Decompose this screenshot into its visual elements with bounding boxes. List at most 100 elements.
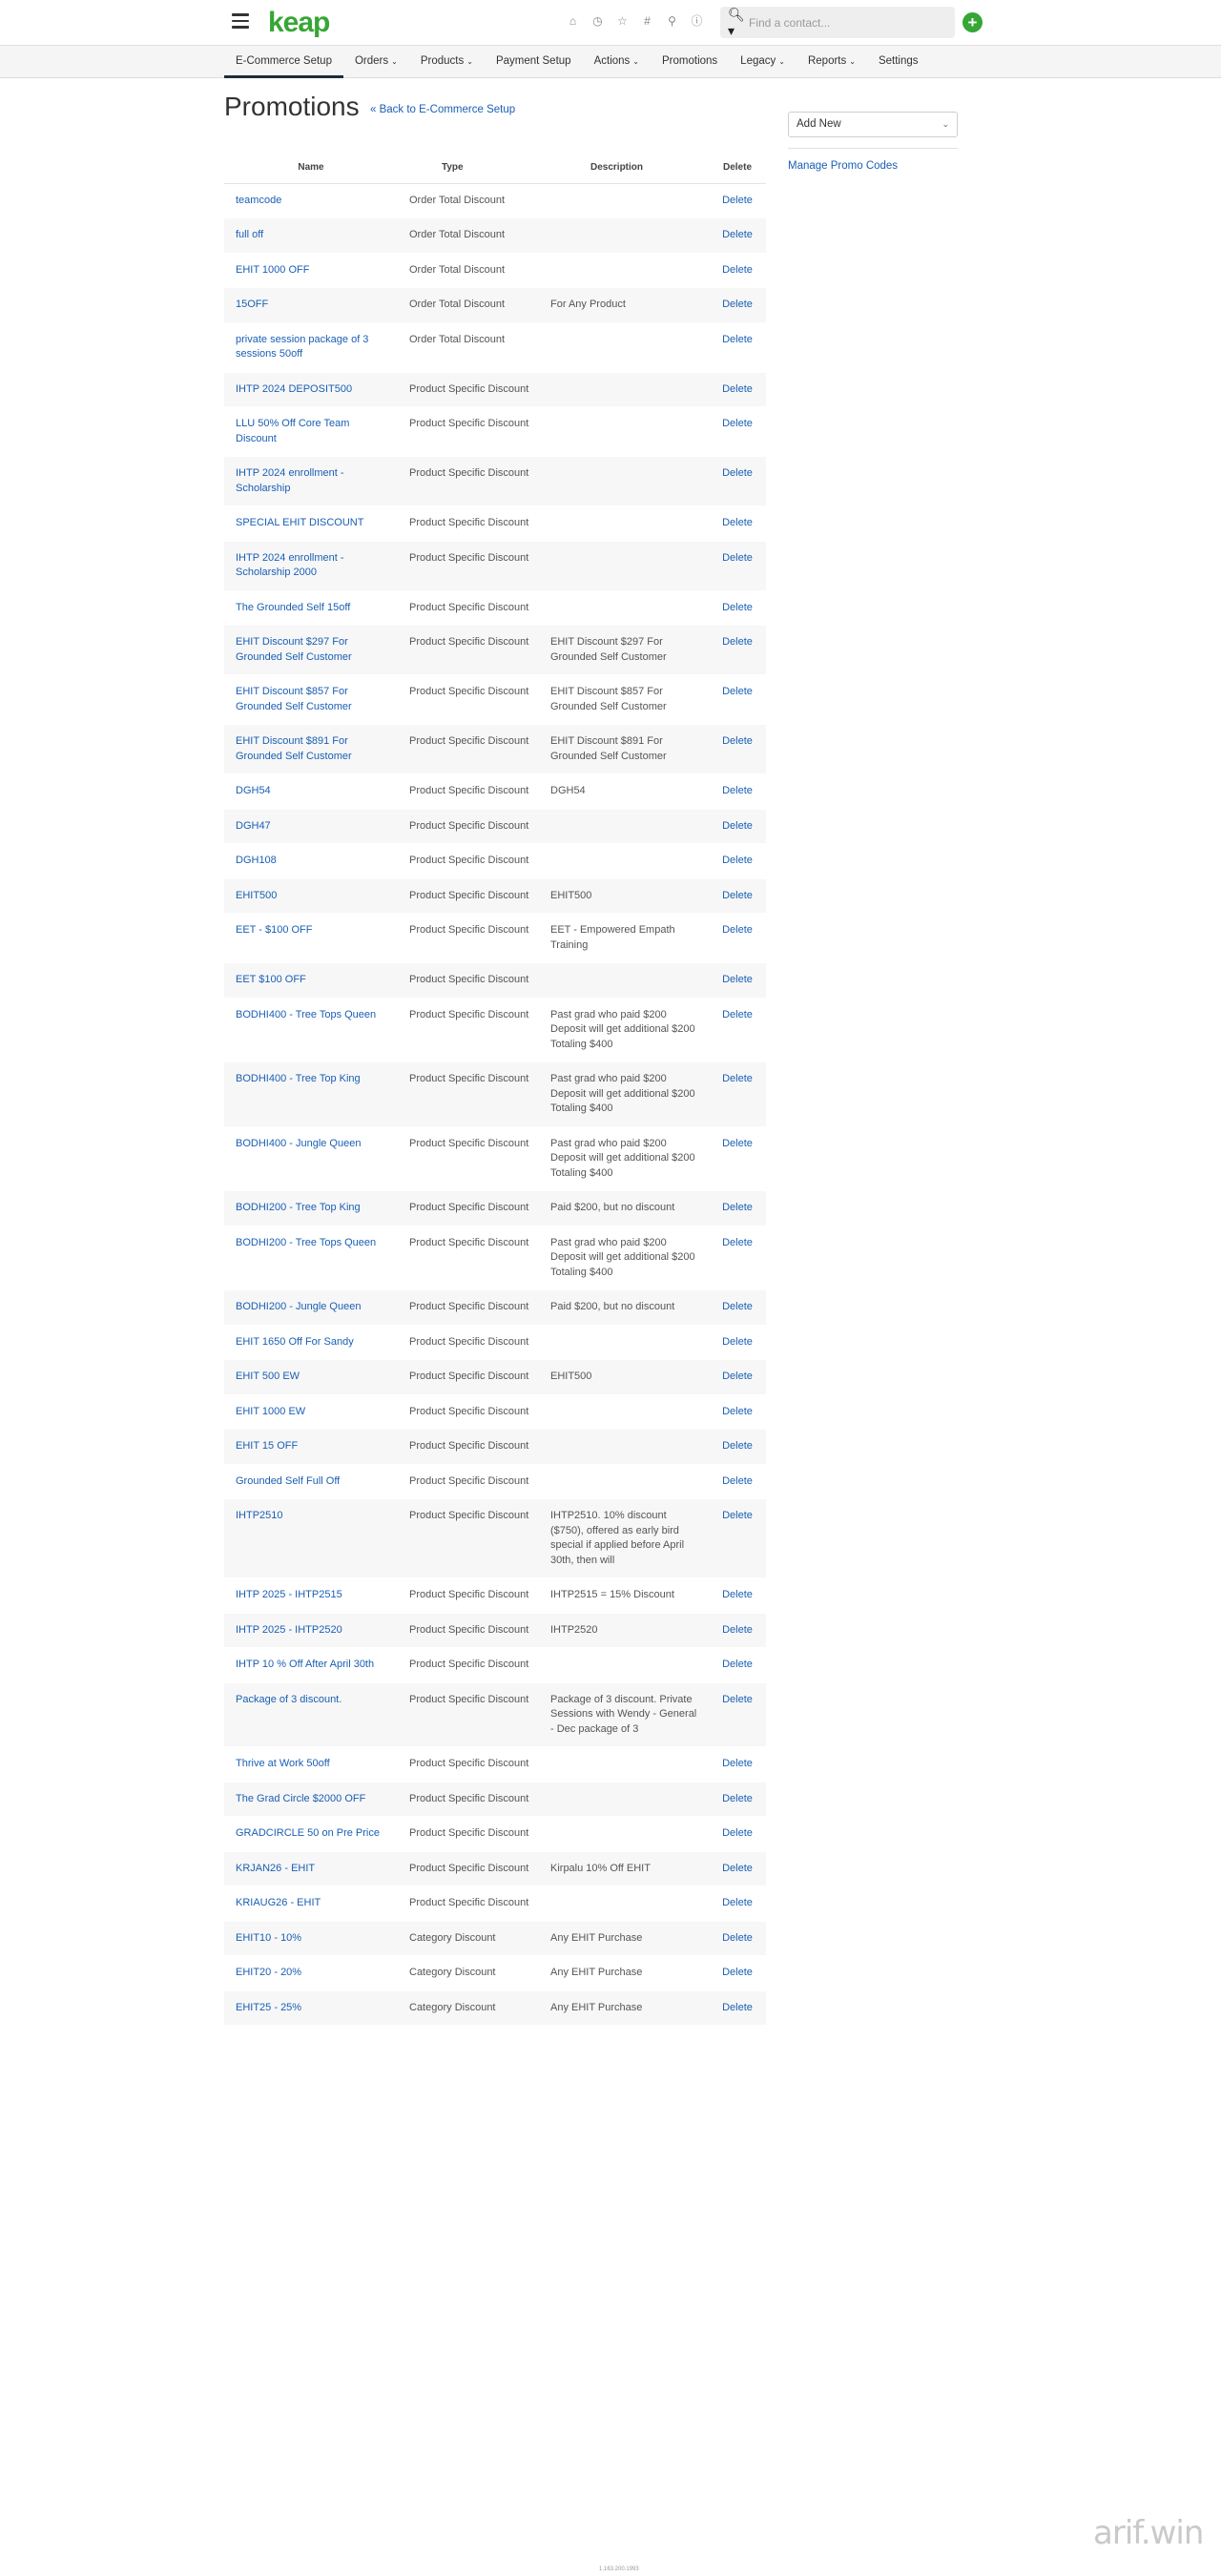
promo-name-link[interactable]: KRJAN26 - EHIT xyxy=(236,1863,315,1874)
menu-icon[interactable] xyxy=(232,13,249,32)
delete-link[interactable]: Delete xyxy=(722,735,753,747)
promo-name-link[interactable]: EHIT20 - 20% xyxy=(236,1967,301,1978)
promo-name-link[interactable]: BODHI400 - Tree Tops Queen xyxy=(236,1009,376,1020)
promo-name-link[interactable]: The Grad Circle $2000 OFF xyxy=(236,1793,365,1804)
promo-name-link[interactable]: The Grounded Self 15off xyxy=(236,602,350,613)
promo-name-link[interactable]: full off xyxy=(236,229,263,240)
quick-add-button[interactable]: + xyxy=(962,12,983,32)
delete-link[interactable]: Delete xyxy=(722,636,753,648)
promo-name-link[interactable]: BODHI200 - Jungle Queen xyxy=(236,1301,361,1312)
promo-name-link[interactable]: 15OFF xyxy=(236,299,268,310)
promo-name-link[interactable]: EHIT10 - 10% xyxy=(236,1932,301,1944)
promo-name-link[interactable]: EHIT 1000 OFF xyxy=(236,264,309,276)
nav-item-reports[interactable]: Reports ⌄ xyxy=(797,46,867,78)
promo-name-link[interactable]: BODHI200 - Tree Top King xyxy=(236,1202,361,1213)
promo-name-link[interactable]: BODHI200 - Tree Tops Queen xyxy=(236,1237,376,1248)
delete-link[interactable]: Delete xyxy=(722,1624,753,1636)
promo-name-link[interactable]: Thrive at Work 50off xyxy=(236,1758,330,1769)
delete-link[interactable]: Delete xyxy=(722,229,753,240)
user-icon[interactable]: ⚲ xyxy=(664,12,680,29)
promo-name-link[interactable]: EHIT 1000 EW xyxy=(236,1406,305,1417)
promo-name-link[interactable]: EHIT500 xyxy=(236,890,277,901)
delete-link[interactable]: Delete xyxy=(722,1073,753,1084)
delete-link[interactable]: Delete xyxy=(722,1694,753,1705)
promo-name-link[interactable]: LLU 50% Off Core Team Discount xyxy=(236,418,349,444)
promo-name-link[interactable]: EHIT25 - 25% xyxy=(236,2002,301,2013)
history-icon[interactable]: ◷ xyxy=(590,12,606,29)
delete-link[interactable]: Delete xyxy=(722,334,753,345)
delete-link[interactable]: Delete xyxy=(722,467,753,479)
promo-name-link[interactable]: DGH108 xyxy=(236,855,277,866)
promo-name-link[interactable]: IHTP 2024 enrollment - Scholarship xyxy=(236,467,344,494)
delete-link[interactable]: Delete xyxy=(722,1659,753,1670)
delete-link[interactable]: Delete xyxy=(722,1827,753,1839)
contact-search[interactable]: 🔍︎▾ xyxy=(720,7,955,38)
delete-link[interactable]: Delete xyxy=(722,686,753,697)
delete-link[interactable]: Delete xyxy=(722,1440,753,1452)
delete-link[interactable]: Delete xyxy=(722,890,753,901)
delete-link[interactable]: Delete xyxy=(722,1897,753,1908)
back-to-ecommerce-link[interactable]: « Back to E-Commerce Setup xyxy=(370,104,515,115)
delete-link[interactable]: Delete xyxy=(722,1932,753,1944)
delete-link[interactable]: Delete xyxy=(722,1589,753,1600)
nav-item-payment-setup[interactable]: Payment Setup xyxy=(485,46,583,78)
delete-link[interactable]: Delete xyxy=(722,299,753,310)
nav-item-promotions[interactable]: Promotions xyxy=(651,46,729,78)
delete-link[interactable]: Delete xyxy=(722,1336,753,1348)
promo-name-link[interactable]: EHIT Discount $297 For Grounded Self Cus… xyxy=(236,636,352,663)
promo-name-link[interactable]: SPECIAL EHIT DISCOUNT xyxy=(236,517,363,528)
home-icon[interactable]: ⌂ xyxy=(565,12,581,29)
promo-name-link[interactable]: BODHI400 - Tree Top King xyxy=(236,1073,361,1084)
delete-link[interactable]: Delete xyxy=(722,1406,753,1417)
delete-link[interactable]: Delete xyxy=(722,1237,753,1248)
delete-link[interactable]: Delete xyxy=(722,1009,753,1020)
nav-item-actions[interactable]: Actions ⌄ xyxy=(583,46,651,78)
promo-name-link[interactable]: Package of 3 discount. xyxy=(236,1694,341,1705)
delete-link[interactable]: Delete xyxy=(722,1758,753,1769)
promo-name-link[interactable]: IHTP 2024 enrollment - Scholarship 2000 xyxy=(236,552,344,579)
promo-name-link[interactable]: KRIAUG26 - EHIT xyxy=(236,1897,321,1908)
promo-name-link[interactable]: GRADCIRCLE 50 on Pre Price xyxy=(236,1827,380,1839)
delete-link[interactable]: Delete xyxy=(722,418,753,429)
promo-name-link[interactable]: EET $100 OFF xyxy=(236,974,306,985)
keap-logo[interactable]: keap xyxy=(268,7,330,39)
star-icon[interactable]: ☆ xyxy=(614,12,631,29)
delete-link[interactable]: Delete xyxy=(722,264,753,276)
add-new-select[interactable]: Add New ⌄ xyxy=(788,112,958,137)
delete-link[interactable]: Delete xyxy=(722,1793,753,1804)
delete-link[interactable]: Delete xyxy=(722,1202,753,1213)
delete-link[interactable]: Delete xyxy=(722,855,753,866)
search-input[interactable] xyxy=(749,15,940,30)
hashtag-icon[interactable]: # xyxy=(639,12,655,29)
help-icon[interactable]: ⓘ xyxy=(689,12,705,29)
nav-item-e-commerce-setup[interactable]: E-Commerce Setup xyxy=(224,46,343,78)
delete-link[interactable]: Delete xyxy=(722,1510,753,1521)
delete-link[interactable]: Delete xyxy=(722,1967,753,1978)
delete-link[interactable]: Delete xyxy=(722,974,753,985)
delete-link[interactable]: Delete xyxy=(722,195,753,206)
promo-name-link[interactable]: teamcode xyxy=(236,195,281,206)
promo-name-link[interactable]: private session package of 3 sessions 50… xyxy=(236,334,368,361)
promo-name-link[interactable]: EET - $100 OFF xyxy=(236,924,313,936)
promo-name-link[interactable]: EHIT Discount $857 For Grounded Self Cus… xyxy=(236,686,352,712)
promo-name-link[interactable]: EHIT 500 EW xyxy=(236,1370,300,1382)
nav-item-settings[interactable]: Settings xyxy=(867,46,930,78)
delete-link[interactable]: Delete xyxy=(722,785,753,796)
delete-link[interactable]: Delete xyxy=(722,517,753,528)
nav-item-legacy[interactable]: Legacy ⌄ xyxy=(729,46,797,78)
promo-name-link[interactable]: EHIT 15 OFF xyxy=(236,1440,298,1452)
delete-link[interactable]: Delete xyxy=(722,820,753,832)
promo-name-link[interactable]: EHIT Discount $891 For Grounded Self Cus… xyxy=(236,735,352,762)
promo-name-link[interactable]: IHTP 2024 DEPOSIT500 xyxy=(236,383,352,395)
promo-name-link[interactable]: Grounded Self Full Off xyxy=(236,1475,340,1487)
promo-name-link[interactable]: IHTP 10 % Off After April 30th xyxy=(236,1659,374,1670)
promo-name-link[interactable]: IHTP 2025 - IHTP2520 xyxy=(236,1624,342,1636)
delete-link[interactable]: Delete xyxy=(722,602,753,613)
nav-item-products[interactable]: Products ⌄ xyxy=(409,46,485,78)
promo-name-link[interactable]: DGH54 xyxy=(236,785,271,796)
delete-link[interactable]: Delete xyxy=(722,552,753,564)
promo-name-link[interactable]: DGH47 xyxy=(236,820,271,832)
delete-link[interactable]: Delete xyxy=(722,1301,753,1312)
nav-item-orders[interactable]: Orders ⌄ xyxy=(343,46,409,78)
promo-name-link[interactable]: BODHI400 - Jungle Queen xyxy=(236,1138,361,1149)
